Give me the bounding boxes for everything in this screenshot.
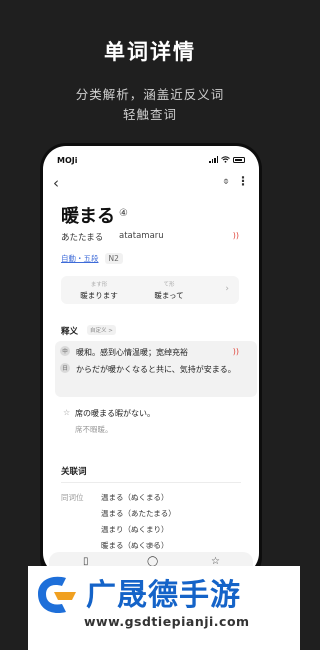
headword-text: 暖まる [61,206,115,227]
definition-jp-text: からだが暖かくなると共に、気持が安まる。 [76,365,236,374]
speaker-icon[interactable]: )) [233,347,239,356]
watermark-logo-icon [38,576,76,614]
word-tags: 自動・五段 N2 [61,253,123,264]
conjugation-te: て形 暖まって [139,280,199,301]
definition-jp: 日 からだが暖かくなると共に、気持が安まる。 [60,363,246,376]
conjugation-form: ます形 [90,282,108,288]
status-icons [209,156,245,163]
wifi-icon [221,156,230,163]
pitch-accent: ④ [119,208,128,219]
star-icon[interactable]: ☆ [63,408,70,417]
chevron-right-icon[interactable]: › [225,284,229,294]
example-jp: 席の暖まる暇がない。 [75,409,155,418]
app-name: MOJi [57,156,78,165]
related-item[interactable]: 温まる（あたたまる） [101,508,176,519]
speaker-icon[interactable]: )) [233,231,239,240]
conjugation-card[interactable]: ます形 暖まります て形 暖まって › [61,276,239,304]
jp-badge: 日 [60,363,70,373]
part-of-speech-link[interactable]: 自動・五段 [61,253,99,264]
pin-icon[interactable]: ⌽ [223,176,229,187]
definition-zh-text: 暖和。感到心情温暖；宽绰充裕 [76,348,188,357]
watermark-url: www.gsdtiepianji.com [84,614,250,629]
watermark-brand: 广晟德手游 [86,578,241,613]
related-label: 同词位 [61,493,84,502]
back-icon[interactable]: ‹ [53,174,59,192]
nav-row: ‹ ⌽ ⋮ [53,174,249,192]
related-title: 关联词 [61,467,87,477]
conjugation-masu: ます形 暖まります [69,280,129,301]
definition-box: 中 暖和。感到心情温暖；宽绰充裕 日 からだが暖かくなると共に、気持が安まる。 [55,341,257,397]
related-item[interactable]: 温まる（ぬくまる） [101,492,169,503]
headword: 暖まる ④ [61,202,128,228]
promo-subtitle-line1: 分类解析，涵盖近反义词 [75,87,225,102]
promo-subtitle-line2: 轻触查词 [122,107,177,122]
conjugation-form: て形 [163,282,175,288]
meaning-title: 释义 [61,327,79,337]
conjugation-value: 暖まります [80,291,118,300]
example-zh: 席不暇暖。 [75,425,113,434]
word-romaji: atatamaru [119,231,164,241]
page-indicator: 1/44 [145,543,157,549]
phone-screen: MOJi ‹ ⌽ ⋮ 暖まる ④ あたたまる atatamaru )) 自動・五段… [43,146,259,576]
definition-zh: 中 暖和。感到心情温暖；宽绰充裕 [60,346,246,359]
related-item[interactable]: 温まり（ぬくまり） [101,524,169,535]
conjugation-value: 暖まって [154,291,184,300]
word-reading: あたたまる [61,233,104,243]
status-bar: MOJi [57,156,245,168]
more-icon[interactable]: ⋮ [237,174,249,188]
divider [61,482,241,483]
signal-icon [209,156,218,163]
promo-title: 单词详情 [104,40,196,64]
battery-icon [233,156,245,163]
zh-badge: 中 [60,346,70,356]
watermark-banner: 广晟德手游 www.gsdtiepianji.com [28,566,300,650]
custom-chip[interactable]: 自定义 > [87,325,116,335]
level-badge: N2 [104,253,123,264]
